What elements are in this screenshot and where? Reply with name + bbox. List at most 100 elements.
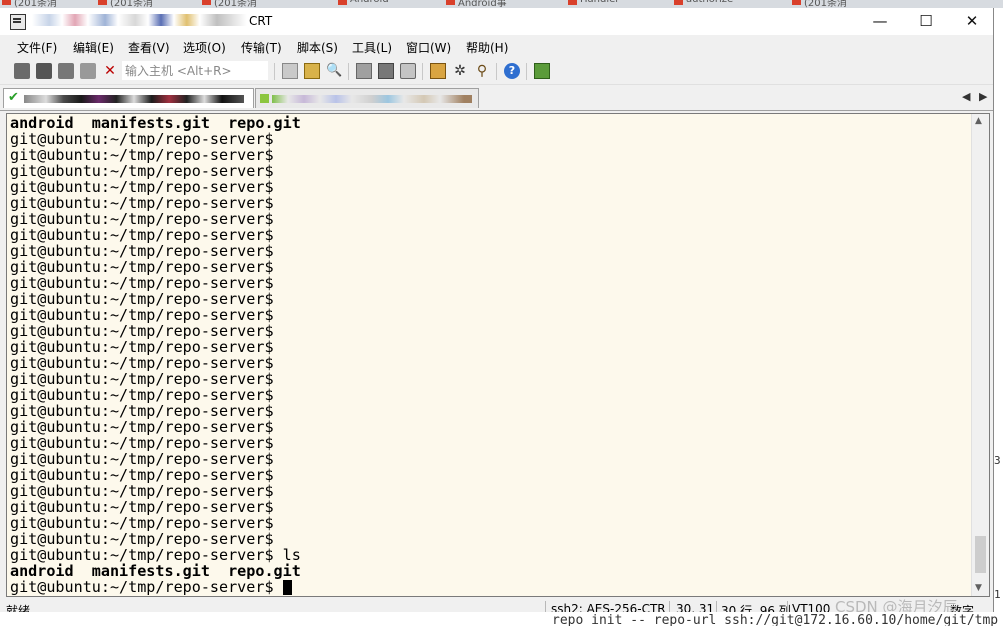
help-icon[interactable]: ? — [504, 63, 520, 79]
terminal-line: git@ubuntu:~/tmp/repo-server$ — [10, 419, 970, 435]
browser-tab[interactable]: (201条消 — [96, 0, 153, 8]
browser-tab-label: Android事 — [458, 0, 507, 8]
terminal-line: git@ubuntu:~/tmp/repo-server$ — [10, 403, 970, 419]
session-tab[interactable] — [255, 88, 479, 108]
terminal-line: git@ubuntu:~/tmp/repo-server$ — [10, 387, 970, 403]
global-options-icon[interactable]: ✲ — [452, 63, 468, 79]
terminal-line: git@ubuntu:~/tmp/repo-server$ — [10, 179, 970, 195]
scroll-up-icon[interactable]: ▲ — [975, 116, 982, 126]
toolbar-divider — [496, 63, 497, 80]
quick-connect-icon[interactable] — [36, 63, 52, 79]
browser-tab[interactable]: (201条消 — [0, 0, 57, 8]
terminal-line: git@ubuntu:~/tmp/repo-server$ — [10, 147, 970, 163]
connect-in-tab-icon[interactable] — [58, 63, 74, 79]
terminal-line: android manifests.git repo.git — [10, 115, 970, 131]
browser-tab-favicon-icon — [2, 0, 11, 5]
terminal-output: android manifests.git repo.git git@ubuntu… — [10, 115, 970, 595]
browser-tab-label: (201条消 — [14, 0, 57, 8]
redacted-title-text — [32, 14, 247, 26]
browser-tab[interactable]: authorize — [672, 0, 733, 8]
menu-window[interactable]: 窗口(W) — [406, 39, 451, 56]
terminal-line: git@ubuntu:~/tmp/repo-server$ — [10, 339, 970, 355]
terminal-cursor — [282, 580, 292, 595]
browser-tab[interactable]: (201条消 — [200, 0, 257, 8]
print-setup-icon[interactable] — [356, 63, 372, 79]
terminal-line: git@ubuntu:~/tmp/repo-server$ — [10, 451, 970, 467]
copy-icon[interactable] — [282, 63, 298, 79]
terminal-scrollbar[interactable]: ▲ ▼ — [971, 114, 989, 596]
browser-tab-favicon-icon — [446, 0, 455, 5]
browser-tab-favicon-icon — [568, 0, 577, 5]
browser-tab-favicon-icon — [338, 0, 347, 5]
session-tab-active[interactable]: ✔ — [3, 88, 254, 108]
session-options-icon[interactable] — [430, 63, 446, 79]
terminal-line: git@ubuntu:~/tmp/repo-server$ — [10, 211, 970, 227]
connect-icon[interactable] — [14, 63, 30, 79]
menu-transfer[interactable]: 传输(T) — [241, 39, 282, 56]
terminal-line: git@ubuntu:~/tmp/repo-server$ — [10, 275, 970, 291]
host-input[interactable] — [122, 61, 268, 80]
scroll-down-icon[interactable]: ▼ — [975, 583, 982, 593]
terminal-line: git@ubuntu:~/tmp/repo-server$ — [10, 371, 970, 387]
tab-scroll-right-icon[interactable]: ▶ — [979, 90, 987, 103]
browser-tab-label: Android — [350, 0, 389, 5]
background-command-text: repo init -- repo-url ssh://git@172.16.6… — [552, 613, 999, 626]
browser-tab-favicon-icon — [674, 0, 683, 5]
toolbar-divider — [422, 63, 423, 80]
browser-tab-label: Handler — [580, 0, 619, 5]
terminal-line: android manifests.git repo.git — [10, 563, 970, 579]
browser-tab-label: (201条消 — [110, 0, 153, 8]
menu-tools[interactable]: 工具(L) — [352, 39, 392, 56]
browser-tab[interactable]: Handler — [566, 0, 619, 8]
terminal-line: git@ubuntu:~/tmp/repo-server$ — [10, 307, 970, 323]
browser-tab-favicon-icon — [98, 0, 107, 5]
browser-tab-label: (201条消 — [214, 0, 257, 8]
menu-file[interactable]: 文件(F) — [17, 39, 57, 56]
browser-tab-favicon-icon — [202, 0, 211, 5]
print-selection-icon[interactable] — [378, 63, 394, 79]
menu-view[interactable]: 查看(V) — [128, 39, 170, 56]
paste-icon[interactable] — [304, 63, 320, 79]
redacted-tab-label — [24, 95, 244, 103]
terminal-pane[interactable]: android manifests.git repo.git git@ubuntu… — [6, 113, 990, 597]
menu-script[interactable]: 脚本(S) — [297, 39, 338, 56]
minimize-button[interactable]: — — [857, 8, 903, 35]
browser-tab[interactable]: Android — [336, 0, 389, 8]
close-button[interactable]: ✕ — [949, 8, 995, 35]
terminal-line: git@ubuntu:~/tmp/repo-server$ — [10, 531, 970, 547]
find-icon[interactable]: 🔍 — [326, 63, 342, 79]
background-text-fragment: 3 — [994, 454, 1001, 467]
terminal-line-text: git@ubuntu:~/tmp/repo-server$ — [10, 578, 283, 596]
toolbar-divider — [348, 63, 349, 80]
terminal-line: git@ubuntu:~/tmp/repo-server$ — [10, 259, 970, 275]
menu-options[interactable]: 选项(O) — [183, 39, 226, 56]
reconnect-icon[interactable] — [80, 63, 96, 79]
browser-tab-label: authorize — [686, 0, 733, 5]
browser-tab-label: (201条消 — [804, 0, 847, 8]
menu-edit[interactable]: 编辑(E) — [73, 39, 114, 56]
window-title: CRT — [32, 14, 272, 28]
menu-help[interactable]: 帮助(H) — [466, 39, 508, 56]
maximize-button[interactable]: ☐ — [903, 8, 949, 35]
toolbar: ✕ 🔍 ✲ ⚲ ? — [0, 59, 993, 85]
tab-scroll-left-icon[interactable]: ◀ — [962, 90, 970, 103]
terminal-line: git@ubuntu:~/tmp/repo-server$ — [10, 515, 970, 531]
scrollbar-thumb[interactable] — [975, 536, 986, 573]
key-icon[interactable]: ⚲ — [474, 63, 490, 79]
terminal-line: git@ubuntu:~/tmp/repo-server$ — [10, 435, 970, 451]
terminal-line: git@ubuntu:~/tmp/repo-server$ — [10, 195, 970, 211]
sftp-icon[interactable] — [534, 63, 550, 79]
disconnect-icon[interactable]: ✕ — [102, 63, 118, 79]
terminal-line: git@ubuntu:~/tmp/repo-server$ — [10, 355, 970, 371]
browser-tab[interactable]: (201条消 — [790, 0, 847, 8]
terminal-line: git@ubuntu:~/tmp/repo-server$ — [10, 227, 970, 243]
browser-tab-strip: (201条消 (201条消 (201条消 Android Android事 Handler… — [0, 0, 1003, 8]
print-icon[interactable] — [400, 63, 416, 79]
toolbar-divider — [274, 63, 275, 80]
browser-tab[interactable]: Android事 — [444, 0, 507, 8]
browser-tab-favicon-icon — [792, 0, 801, 5]
terminal-line: git@ubuntu:~/tmp/repo-server$ — [10, 499, 970, 515]
terminal-line: git@ubuntu:~/tmp/repo-server$ — [10, 291, 970, 307]
terminal-line: git@ubuntu:~/tmp/repo-server$ — [10, 243, 970, 259]
session-status-icon — [260, 94, 269, 103]
